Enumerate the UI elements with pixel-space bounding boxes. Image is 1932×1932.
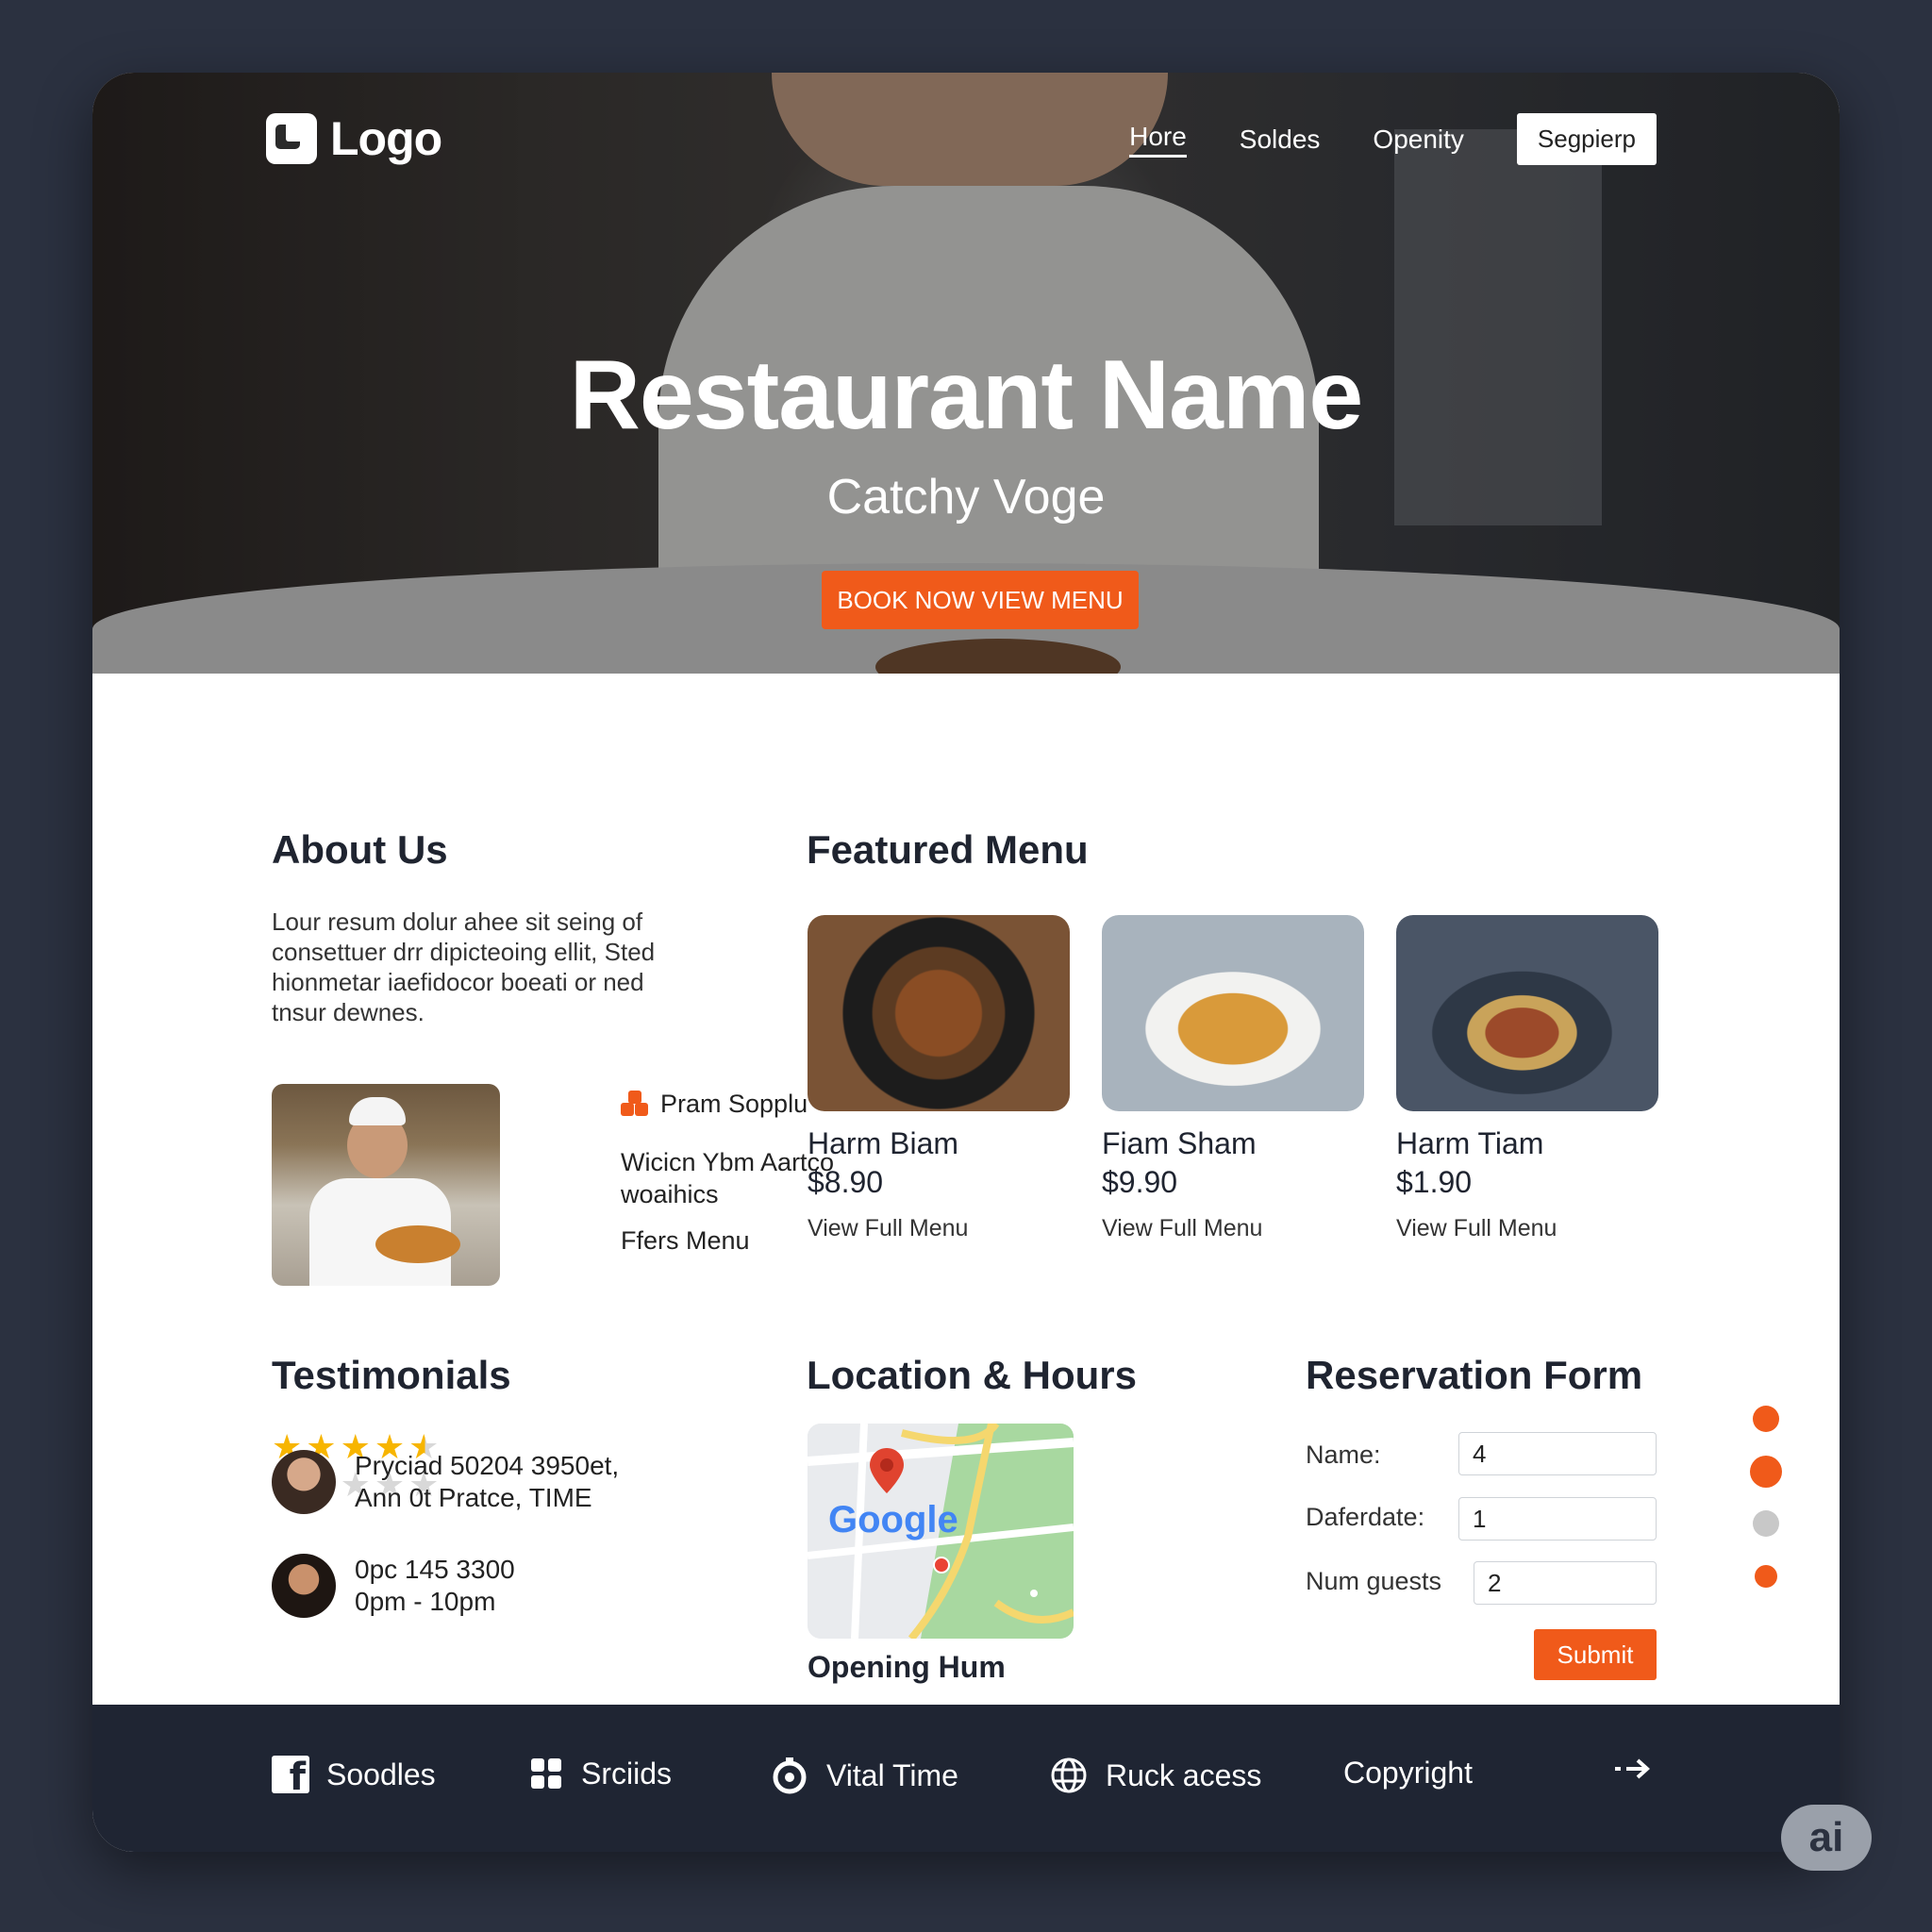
guests-field[interactable]: 2	[1474, 1561, 1657, 1605]
menu-card[interactable]: Harm Tiam $1.90 View Full Menu	[1396, 915, 1658, 1242]
testimonial-item: Pryciad 50204 3950et, Ann 0t Pratce, TIM…	[272, 1450, 666, 1514]
book-now-button[interactable]: BOOK NOW VIEW MENU	[822, 571, 1139, 629]
nav-link-home[interactable]: Hore	[1129, 122, 1187, 158]
hero-title: Restaurant Name	[569, 341, 1363, 450]
name-label: Name:	[1306, 1441, 1381, 1469]
page-card: Logo Hore Soldes Openity Segpierp Restau…	[92, 73, 1840, 1852]
dish-price: $8.90	[808, 1165, 884, 1199]
arrow-right-icon[interactable]	[1613, 1756, 1651, 1782]
chef-photo	[272, 1084, 500, 1286]
footer-label: Srciids	[581, 1756, 673, 1790]
featured-menu-heading: Featured Menu	[807, 827, 1089, 872]
logo-icon	[266, 113, 317, 164]
footer-label: Ruck acess	[1106, 1757, 1262, 1792]
hero-section: Logo Hore Soldes Openity Segpierp Restau…	[92, 73, 1840, 674]
footer-item[interactable]: Soodles	[272, 1756, 436, 1799]
nav-link-soldes[interactable]: Soldes	[1240, 125, 1321, 155]
footer-item[interactable]: Srciids	[528, 1756, 672, 1791]
date-label: Daferdate:	[1306, 1503, 1425, 1531]
dish-image	[808, 915, 1070, 1111]
logo-text: Logo	[330, 112, 442, 165]
footer: Soodles Srciids Vital Time Ru	[92, 1705, 1840, 1852]
footer-item[interactable]: Ruck acess	[1049, 1756, 1261, 1795]
dish-price: $1.90	[1396, 1165, 1473, 1199]
view-menu-link[interactable]: View Full Menu	[1102, 1215, 1364, 1242]
testimonial-item: 0pc 145 3300 0pm - 10pm	[272, 1554, 543, 1618]
footer-label: Soodles	[326, 1757, 436, 1791]
cube-icon	[621, 1090, 649, 1119]
hero-subtitle: Catchy Voge	[826, 470, 1106, 525]
footer-label: Vital Time	[826, 1757, 958, 1792]
menu-link[interactable]: Ffers Menu	[621, 1226, 750, 1256]
dish-name: Harm Tiam	[1396, 1126, 1544, 1160]
guests-label: Num guests	[1306, 1567, 1442, 1595]
menu-card[interactable]: Harm Biam $8.90 View Full Menu	[808, 915, 1070, 1242]
testimonial-text: 0pc 145 3300 0pm - 10pm	[355, 1555, 515, 1616]
logo[interactable]: Logo	[266, 111, 442, 166]
clock-icon	[773, 1757, 807, 1794]
footer-item[interactable]: Copyright	[1343, 1756, 1473, 1790]
view-menu-link[interactable]: View Full Menu	[1396, 1215, 1658, 1242]
about-item-label: Pram Sopplu	[660, 1090, 808, 1118]
facebook-icon	[272, 1756, 309, 1799]
nav-link-openity[interactable]: Openity	[1373, 125, 1464, 155]
avatar	[272, 1450, 336, 1514]
location-heading: Location & Hours	[807, 1353, 1138, 1397]
ai-badge: ai	[1781, 1805, 1872, 1871]
about-heading: About Us	[272, 827, 448, 872]
map-label: Google	[828, 1499, 958, 1541]
testimonial-text: Pryciad 50204 3950et, Ann 0t Pratce, TIM…	[355, 1451, 620, 1512]
carousel-dot[interactable]	[1750, 1456, 1782, 1488]
globe-icon	[1051, 1757, 1087, 1793]
name-field[interactable]: 4	[1458, 1432, 1657, 1475]
date-field[interactable]: 1	[1458, 1497, 1657, 1541]
about-text: Lour resum dolur ahee sit seing of conse…	[272, 908, 656, 1026]
dish-name: Harm Biam	[808, 1126, 959, 1160]
opening-hours-label: Opening Hum	[808, 1650, 1006, 1684]
footer-item[interactable]: Vital Time	[770, 1756, 958, 1795]
about-item: Pram Sopplu	[621, 1090, 808, 1119]
main-nav: Hore Soldes Openity Segpierp	[1129, 113, 1657, 165]
submit-button[interactable]: Submit	[1534, 1629, 1657, 1680]
menu-card[interactable]: Fiam Sham $9.90 View Full Menu	[1102, 915, 1364, 1242]
carousel-dot[interactable]	[1753, 1406, 1779, 1432]
view-menu-link[interactable]: View Full Menu	[808, 1215, 1070, 1242]
reservation-heading: Reservation Form	[1306, 1353, 1643, 1397]
dish-price: $9.90	[1102, 1165, 1178, 1199]
footer-label: Copyright	[1343, 1756, 1473, 1790]
carousel-dot[interactable]	[1753, 1510, 1779, 1537]
dish-image	[1396, 915, 1658, 1111]
grid-icon	[531, 1758, 561, 1789]
nav-button[interactable]: Segpierp	[1516, 113, 1657, 165]
map-pin-icon	[870, 1448, 904, 1493]
avatar	[272, 1554, 336, 1618]
map[interactable]: Google	[808, 1424, 1074, 1639]
dish-image	[1102, 915, 1364, 1111]
carousel-dot[interactable]	[1755, 1565, 1777, 1588]
testimonials-heading: Testimonials	[272, 1353, 511, 1397]
dish-name: Fiam Sham	[1102, 1126, 1257, 1160]
